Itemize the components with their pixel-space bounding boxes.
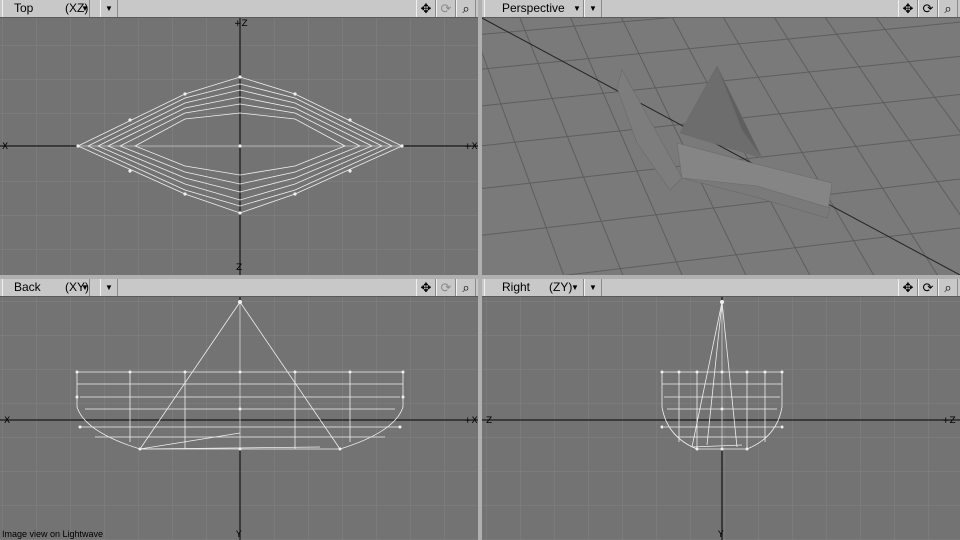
viewport-menu-button[interactable]: ▼ — [584, 279, 602, 296]
view-selector[interactable]: Perspective ▼ — [484, 0, 584, 17]
dropdown-arrow-icon: ▼ — [571, 283, 579, 292]
magnify-icon[interactable]: ⌕ — [456, 0, 476, 17]
viewport-menu-button[interactable]: ▼ — [100, 0, 118, 17]
view-selector[interactable]: Top (XZ) ▼ — [2, 0, 90, 17]
axis-label-right: +Z — [942, 416, 956, 426]
viewport-canvas[interactable]: Z +Z Y — [482, 297, 960, 540]
viewport-perspective[interactable]: Perspective ▼ ▼ ✥ ⟳ ⌕ — [482, 0, 960, 275]
axis-label-left: Z — [486, 416, 492, 426]
perspective-render — [482, 18, 960, 275]
dropdown-arrow-icon: ▼ — [81, 283, 89, 292]
back-wireframe: X +X Y — [0, 297, 478, 540]
viewport-menu-button[interactable]: ▼ — [584, 0, 602, 17]
viewport-top[interactable]: Top (XZ) ▼ ▼ ✥ ⟳ ⌕ +Z Z X +X — [0, 0, 478, 275]
view-name-label: Right — [502, 280, 531, 294]
viewport-menu-button[interactable]: ▼ — [100, 279, 118, 296]
move-icon[interactable]: ✥ — [416, 0, 436, 17]
move-icon[interactable]: ✥ — [416, 279, 436, 296]
rotate-icon[interactable]: ⟳ — [918, 0, 938, 17]
view-name-label: Back — [14, 280, 41, 294]
view-selector[interactable]: Right (ZY) ▼ — [484, 279, 584, 296]
dropdown-arrow-icon: ▼ — [573, 4, 581, 13]
magnify-icon[interactable]: ⌕ — [938, 0, 958, 17]
move-icon[interactable]: ✥ — [898, 0, 918, 17]
dropdown-arrow-icon: ▼ — [105, 4, 113, 13]
view-axes-label: (ZY) — [549, 280, 573, 294]
viewport-back[interactable]: Back (XY) ▼ ▼ ✥ ⟳ ⌕ X +X Y Image view on… — [0, 279, 478, 540]
separator-horizontal[interactable] — [0, 275, 960, 279]
axis-label-top: +Z — [234, 19, 248, 29]
viewport-canvas[interactable]: X +X Y — [0, 297, 478, 540]
separator-vertical[interactable] — [478, 0, 482, 540]
axis-label-left: X — [2, 142, 8, 152]
viewport-canvas[interactable]: +Z Z X +X — [0, 18, 478, 275]
viewport-header: Top (XZ) ▼ ▼ ✥ ⟳ ⌕ — [0, 0, 478, 18]
axis-label-bottom: Y — [717, 530, 724, 540]
dropdown-arrow-icon: ▼ — [589, 283, 597, 292]
dropdown-arrow-icon: ▼ — [81, 4, 89, 13]
rotate-icon[interactable]: ⟳ — [436, 279, 456, 296]
viewport-header: Perspective ▼ ▼ ✥ ⟳ ⌕ — [482, 0, 960, 18]
axis-label-right: +X — [464, 416, 478, 426]
dropdown-arrow-icon: ▼ — [589, 4, 597, 13]
dropdown-arrow-icon: ▼ — [105, 283, 113, 292]
footer-caption: Image view on Lightwave — [2, 529, 104, 539]
magnify-icon[interactable]: ⌕ — [938, 279, 958, 296]
rotate-icon[interactable]: ⟳ — [436, 0, 456, 17]
viewport-right[interactable]: Right (ZY) ▼ ▼ ✥ ⟳ ⌕ Z +Z Y — [482, 279, 960, 540]
axis-label-bottom: Y — [235, 530, 242, 540]
top-wireframe: +Z Z X +X — [0, 18, 478, 275]
move-icon[interactable]: ✥ — [898, 279, 918, 296]
axis-label-left: X — [4, 416, 10, 426]
view-selector[interactable]: Back (XY) ▼ — [2, 279, 90, 296]
viewport-header: Right (ZY) ▼ ▼ ✥ ⟳ ⌕ — [482, 279, 960, 297]
view-name-label: Perspective — [502, 1, 565, 15]
axis-label-bottom: Z — [236, 263, 242, 273]
magnify-icon[interactable]: ⌕ — [456, 279, 476, 296]
viewport-header: Back (XY) ▼ ▼ ✥ ⟳ ⌕ — [0, 279, 478, 297]
axis-label-right: +X — [464, 142, 478, 152]
rotate-icon[interactable]: ⟳ — [918, 279, 938, 296]
view-name-label: Top — [14, 1, 34, 15]
right-wireframe: Z +Z Y — [482, 297, 960, 540]
viewport-canvas[interactable] — [482, 18, 960, 275]
